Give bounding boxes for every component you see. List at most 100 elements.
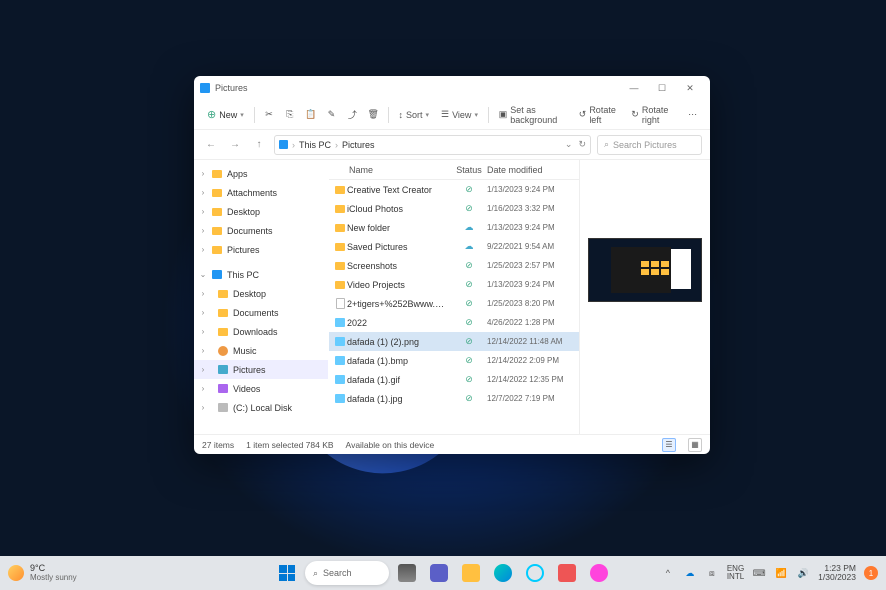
sidebar-item-documents[interactable]: ›Documents — [194, 303, 328, 322]
file-name: Video Projects — [347, 280, 451, 290]
bluetooth-icon[interactable]: ⧈ — [705, 566, 719, 580]
file-row[interactable]: dafada (1).jpg⊘12/7/2022 7:19 PM — [329, 389, 579, 408]
pic-icon — [218, 365, 228, 374]
sidebar-item-label: Desktop — [227, 207, 260, 217]
sidebar-item-desktop[interactable]: ›Desktop — [194, 284, 328, 303]
file-date: 1/25/2023 2:57 PM — [487, 261, 579, 270]
file-row[interactable]: 2+tigers+%252Bwww.cute-pictures.blogs...… — [329, 294, 579, 313]
file-date: 1/25/2023 8:20 PM — [487, 299, 579, 308]
start-button[interactable] — [273, 559, 301, 587]
refresh-icon[interactable]: ↻ — [578, 139, 586, 150]
sort-button[interactable]: ↕Sort▾ — [393, 104, 434, 126]
sidebar-item-downloads[interactable]: ›Downloads — [194, 322, 328, 341]
cut-button[interactable]: ✂ — [260, 104, 279, 126]
paste-icon: 📋 — [305, 109, 316, 120]
file-row[interactable]: dafada (1).gif⊘12/14/2022 12:35 PM — [329, 370, 579, 389]
file-name: dafada (1) (2).png — [347, 337, 451, 347]
chevron-down-icon[interactable]: ⌄ — [565, 139, 573, 150]
rotate-right-button[interactable]: ↻Rotate right — [626, 104, 681, 126]
sidebar-item-apps[interactable]: ›Apps — [194, 164, 328, 183]
sidebar-item-pictures[interactable]: ›Pictures — [194, 240, 328, 259]
forward-button[interactable]: → — [226, 136, 244, 154]
sidebar-item--c-local-disk[interactable]: ›(C:) Local Disk — [194, 398, 328, 417]
status-icon: ⊘ — [451, 260, 487, 271]
cortana-button[interactable] — [521, 559, 549, 587]
tray-expand-button[interactable]: ^ — [661, 566, 675, 580]
pictures-icon — [200, 83, 210, 93]
details-view-button[interactable]: ☰ — [662, 438, 676, 452]
image-icon — [335, 356, 345, 365]
folder-icon — [212, 227, 222, 235]
sidebar-item-label: Documents — [227, 226, 273, 236]
maximize-button[interactable]: ☐ — [648, 76, 676, 100]
more-button[interactable]: ⋯ — [683, 104, 702, 126]
image-icon — [335, 394, 345, 403]
view-button[interactable]: ☰View▾ — [436, 104, 483, 126]
breadcrumb[interactable]: › This PC › Pictures ⌄↻ — [274, 135, 591, 155]
set-background-button[interactable]: ▣Set as background — [494, 104, 572, 126]
language-button[interactable]: ENGINTL — [727, 565, 744, 581]
minimize-button[interactable]: — — [620, 76, 648, 100]
weather-widget[interactable]: 9°C Mostly sunny — [8, 564, 77, 583]
file-date: 12/14/2022 2:09 PM — [487, 356, 579, 365]
search-icon: ⌕ — [313, 568, 318, 579]
sidebar-this-pc[interactable]: ⌄This PC — [194, 265, 328, 284]
copy-button[interactable]: ⎘ — [280, 104, 299, 126]
sidebar: ›Apps›Attachments›Desktop›Documents›Pict… — [194, 160, 329, 434]
sidebar-item-videos[interactable]: ›Videos — [194, 379, 328, 398]
network-icon[interactable]: ⌨ — [752, 566, 766, 580]
file-name: dafada (1).jpg — [347, 394, 451, 404]
sidebar-item-label: Documents — [233, 308, 279, 318]
delete-button[interactable]: 🗑 — [364, 104, 383, 126]
folder-icon — [212, 189, 222, 197]
new-button[interactable]: ⊕New▾ — [202, 104, 249, 126]
file-row[interactable]: iCloud Photos⊘1/16/2023 3:32 PM — [329, 199, 579, 218]
folder-icon — [335, 243, 345, 251]
volume-icon[interactable]: 🔊 — [796, 566, 810, 580]
taskbar-search[interactable]: ⌕Search — [305, 561, 389, 585]
column-header[interactable]: Name Status Date modified — [329, 160, 579, 180]
up-button[interactable]: ↑ — [250, 136, 268, 154]
sidebar-item-documents[interactable]: ›Documents — [194, 221, 328, 240]
file-row[interactable]: Video Projects⊘1/13/2023 9:24 PM — [329, 275, 579, 294]
image-icon — [335, 318, 345, 327]
file-row[interactable]: Screenshots⊘1/25/2023 2:57 PM — [329, 256, 579, 275]
file-explorer-button[interactable] — [457, 559, 485, 587]
share-button[interactable]: ⤴ — [343, 104, 362, 126]
titlebar[interactable]: Pictures — ☐ ✕ — [194, 76, 710, 100]
file-name: 2+tigers+%252Bwww.cute-pictures.blogs... — [347, 299, 451, 309]
file-row[interactable]: 2022⊘4/26/2022 1:28 PM — [329, 313, 579, 332]
search-icon: ⌕ — [604, 139, 609, 150]
edge-button[interactable] — [489, 559, 517, 587]
sidebar-item-music[interactable]: ›Music — [194, 341, 328, 360]
onedrive-icon[interactable]: ☁ — [683, 566, 697, 580]
wifi-icon[interactable]: 📶 — [774, 566, 788, 580]
close-button[interactable]: ✕ — [676, 76, 704, 100]
folder-icon — [335, 224, 345, 232]
notification-badge[interactable]: 1 — [864, 566, 878, 580]
music-icon — [218, 346, 228, 356]
search-input[interactable]: ⌕ Search Pictures — [597, 135, 702, 155]
rename-button[interactable]: ✎ — [322, 104, 341, 126]
app-button-1[interactable] — [553, 559, 581, 587]
back-button[interactable]: ← — [202, 136, 220, 154]
file-row[interactable]: dafada (1).bmp⊘12/14/2022 2:09 PM — [329, 351, 579, 370]
sidebar-item-label: (C:) Local Disk — [233, 403, 292, 413]
sidebar-item-attachments[interactable]: ›Attachments — [194, 183, 328, 202]
sidebar-item-pictures[interactable]: ›Pictures — [194, 360, 328, 379]
file-list: Name Status Date modified Creative Text … — [329, 160, 580, 434]
file-row[interactable]: Creative Text Creator⊘1/13/2023 9:24 PM — [329, 180, 579, 199]
app-button-2[interactable] — [585, 559, 613, 587]
file-row[interactable]: Saved Pictures☁9/22/2021 9:54 AM — [329, 237, 579, 256]
rotate-left-button[interactable]: ↺Rotate left — [574, 104, 625, 126]
clock[interactable]: 1:23 PM1/30/2023 — [818, 564, 856, 583]
status-icon: ☁ — [451, 222, 487, 233]
paste-button[interactable]: 📋 — [301, 104, 320, 126]
chat-button[interactable] — [425, 559, 453, 587]
thumbnails-view-button[interactable]: ▦ — [688, 438, 702, 452]
sidebar-item-label: Attachments — [227, 188, 277, 198]
sidebar-item-desktop[interactable]: ›Desktop — [194, 202, 328, 221]
file-row[interactable]: dafada (1) (2).png⊘12/14/2022 11:48 AM — [329, 332, 579, 351]
file-row[interactable]: New folder☁1/13/2023 9:24 PM — [329, 218, 579, 237]
task-view-button[interactable] — [393, 559, 421, 587]
